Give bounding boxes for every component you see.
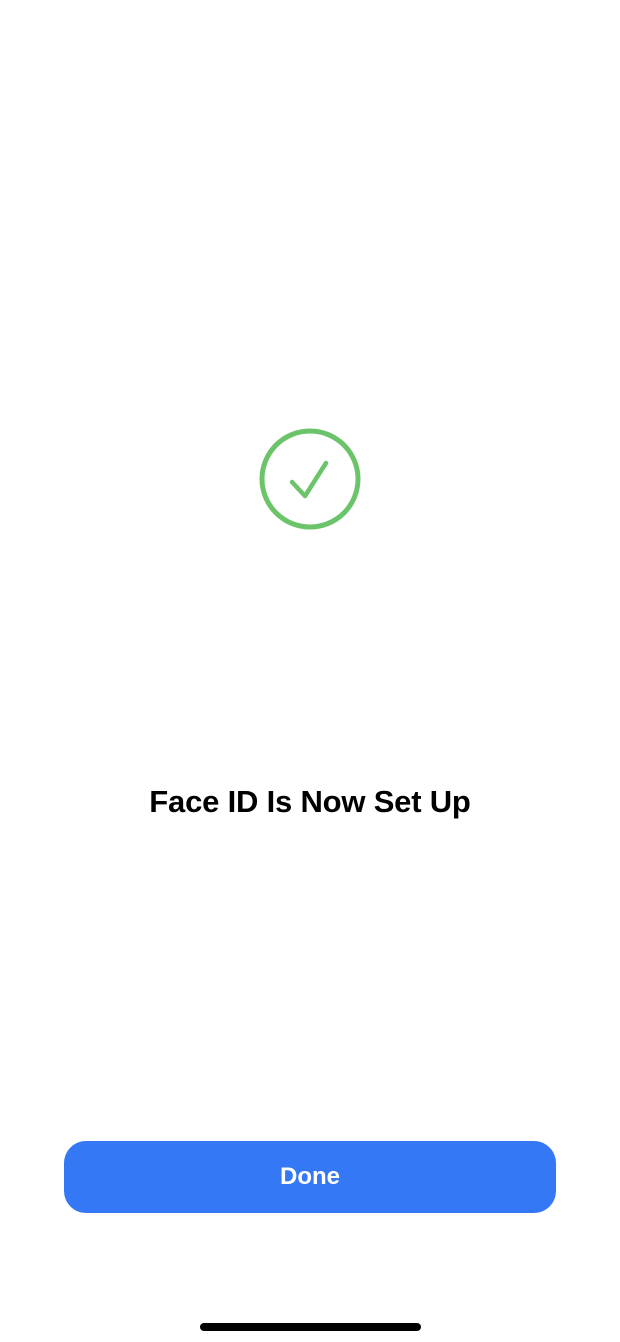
checkmark-circle-icon <box>259 428 361 530</box>
checkmark-circle-icon-svg <box>259 428 361 530</box>
home-indicator[interactable] <box>200 1323 421 1331</box>
check-circle-ring <box>259 428 361 530</box>
done-button[interactable]: Done <box>64 1141 556 1213</box>
check-mark <box>289 460 329 499</box>
page-title: Face ID Is Now Set Up <box>149 784 471 819</box>
